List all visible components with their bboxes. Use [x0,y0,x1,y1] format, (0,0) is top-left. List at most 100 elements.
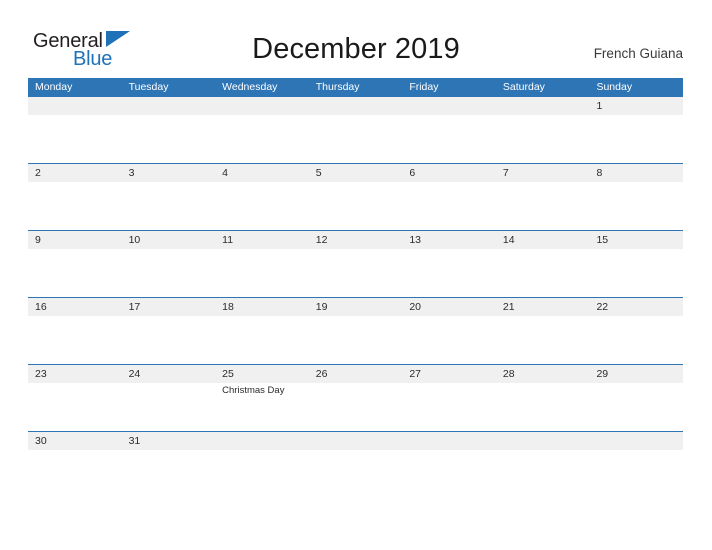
day-event [309,182,403,229]
weekday-header-wednesday: Wednesday [222,81,278,93]
week-event-body [28,249,683,296]
day-event [28,115,122,162]
day-event [402,316,496,363]
day-number[interactable]: 13 [402,231,496,249]
week-row: 30 31 [28,431,683,498]
weekday-header-saturday: Saturday [502,81,545,93]
day-event [589,182,683,229]
day-event [496,115,590,162]
day-number[interactable]: 21 [496,298,590,316]
day-number[interactable]: 23 [28,365,122,383]
day-number[interactable]: 15 [589,231,683,249]
page-header: General Blue December 2019 French Guiana [0,0,712,78]
day-number[interactable]: 31 [122,432,216,450]
day-event [589,450,683,497]
week-event-body: Christmas Day [28,383,683,430]
day-number[interactable]: 28 [496,365,590,383]
day-number[interactable]: 30 [28,432,122,450]
day-event [309,450,403,497]
day-number[interactable] [215,432,309,450]
week-date-band: 30 31 [28,432,683,450]
day-number[interactable] [589,432,683,450]
day-number[interactable] [309,97,403,115]
week-date-band: 16 17 18 19 20 21 22 [28,298,683,316]
day-event [122,182,216,229]
day-number[interactable]: 20 [402,298,496,316]
day-event [309,249,403,296]
weekday-header-thursday: Thursday [315,81,360,93]
day-number[interactable]: 25 [215,365,309,383]
day-event [496,249,590,296]
day-event [309,115,403,162]
day-event [215,115,309,162]
day-number[interactable] [496,432,590,450]
day-number[interactable]: 27 [402,365,496,383]
week-row: 23 24 25 26 27 28 29 Christmas Day [28,364,683,431]
calendar-location: French Guiana [593,46,683,61]
day-number[interactable]: 8 [589,164,683,182]
day-number[interactable] [496,97,590,115]
day-event [215,182,309,229]
day-event [402,383,496,430]
day-number[interactable]: 3 [122,164,216,182]
week-date-band: 2 3 4 5 6 7 8 [28,164,683,182]
day-number[interactable]: 16 [28,298,122,316]
day-event [122,450,216,497]
day-event [215,450,309,497]
week-event-body [28,316,683,363]
day-event [589,383,683,430]
day-event [496,316,590,363]
day-event [402,115,496,162]
day-event [402,450,496,497]
day-event [496,450,590,497]
calendar-grid: Monday Tuesday Wednesday Thursday Friday… [28,78,683,498]
day-number[interactable]: 14 [496,231,590,249]
day-number[interactable] [309,432,403,450]
weekday-header-monday: Monday [35,81,73,93]
day-number[interactable]: 2 [28,164,122,182]
week-date-band: 1 [28,97,683,115]
day-event [28,316,122,363]
day-number[interactable]: 4 [215,164,309,182]
day-number[interactable]: 6 [402,164,496,182]
day-number[interactable]: 22 [589,298,683,316]
day-number[interactable]: 24 [122,365,216,383]
week-row: 2 3 4 5 6 7 8 [28,163,683,230]
day-number[interactable]: 11 [215,231,309,249]
week-date-band: 23 24 25 26 27 28 29 [28,365,683,383]
day-number[interactable]: 10 [122,231,216,249]
day-event [402,182,496,229]
week-date-band: 9 10 11 12 13 14 15 [28,231,683,249]
day-number[interactable]: 7 [496,164,590,182]
day-event [122,249,216,296]
day-event [589,115,683,162]
day-number[interactable] [122,97,216,115]
day-event [28,249,122,296]
day-event [122,383,216,430]
day-number[interactable]: 17 [122,298,216,316]
day-number[interactable] [402,432,496,450]
weekday-header-friday: Friday [409,81,439,93]
week-event-body [28,115,683,162]
day-number[interactable]: 5 [309,164,403,182]
day-number[interactable]: 19 [309,298,403,316]
day-event [496,182,590,229]
day-event [589,249,683,296]
day-event [402,249,496,296]
day-number[interactable]: 26 [309,365,403,383]
day-number[interactable]: 1 [589,97,683,115]
day-event [28,383,122,430]
week-row: 9 10 11 12 13 14 15 [28,230,683,297]
day-number[interactable] [28,97,122,115]
week-row: 16 17 18 19 20 21 22 [28,297,683,364]
day-event [215,249,309,296]
day-number[interactable]: 29 [589,365,683,383]
day-number[interactable] [215,97,309,115]
day-event [122,316,216,363]
day-number[interactable]: 12 [309,231,403,249]
day-number[interactable]: 18 [215,298,309,316]
day-number[interactable]: 9 [28,231,122,249]
week-event-body [28,450,683,497]
day-number[interactable] [402,97,496,115]
week-event-body [28,182,683,229]
